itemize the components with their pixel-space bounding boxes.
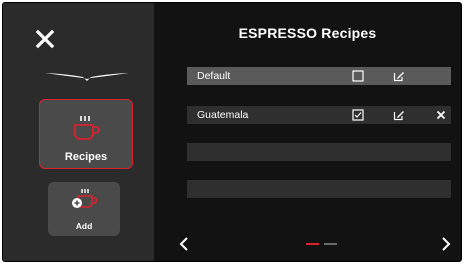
delete-icon[interactable]	[435, 109, 447, 121]
next-page-arrow-icon[interactable]	[439, 235, 453, 253]
edit-icon[interactable]	[393, 70, 405, 82]
edit-icon[interactable]	[393, 109, 405, 121]
previous-page-arrow-icon[interactable]	[177, 235, 191, 253]
logo-wings-icon	[45, 73, 129, 81]
checkbox-empty-icon[interactable]	[352, 70, 364, 82]
checkbox-checked-icon[interactable]	[352, 109, 364, 121]
page-title: ESPRESSO Recipes	[238, 25, 377, 41]
close-button[interactable]	[31, 25, 59, 53]
recipes-cup-icon	[74, 116, 100, 140]
recipe-name: Guatemala	[197, 109, 249, 121]
page-dot-active[interactable]	[306, 243, 319, 245]
empty-recipe-slot[interactable]	[187, 180, 451, 198]
add-button-label: Add	[75, 221, 93, 231]
page-dot[interactable]	[324, 243, 337, 245]
empty-recipe-slot[interactable]	[187, 143, 451, 161]
recipe-name: Default	[197, 70, 231, 82]
brand-logo	[45, 65, 129, 83]
recipe-list-panel: ESPRESSO Recipes Default Guatemala	[154, 3, 461, 261]
add-recipe-button[interactable]: Add	[48, 182, 120, 236]
recipe-row[interactable]: Default	[187, 67, 451, 85]
recipe-row[interactable]: Guatemala	[187, 106, 451, 124]
sidebar: Recipes Add	[3, 3, 154, 261]
sidebar-item-recipes[interactable]: Recipes	[39, 99, 133, 169]
sidebar-item-label: Recipes	[64, 151, 108, 163]
add-cup-icon	[72, 189, 98, 208]
close-icon	[35, 29, 55, 49]
app-window: Recipes Add ESPRESSO Recipes Default Gua…	[2, 2, 462, 262]
